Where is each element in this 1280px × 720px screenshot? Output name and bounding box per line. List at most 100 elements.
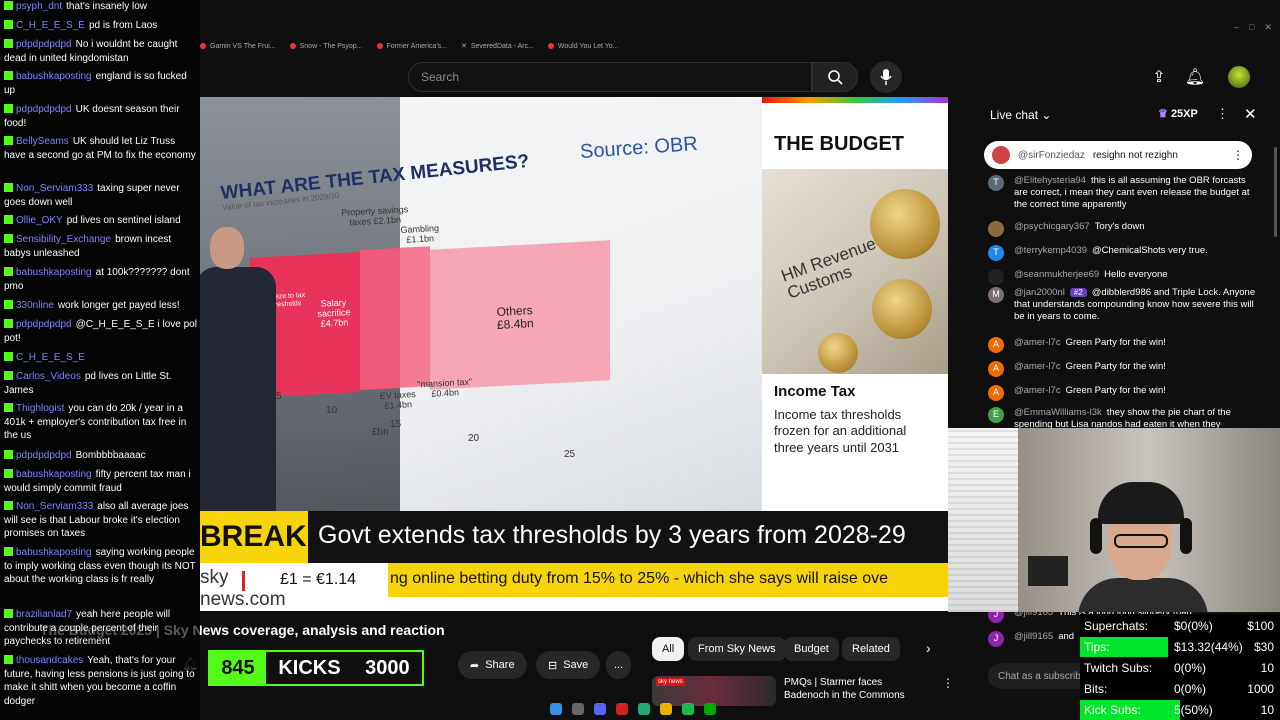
- source-label: Source: OBR: [579, 132, 699, 164]
- avatar: A: [988, 337, 1004, 353]
- kick-icon: [4, 469, 13, 478]
- goal-row: Superchats: $0(0%) $100: [1080, 616, 1280, 636]
- recommended-title[interactable]: PMQs | Starmer faces Badenoch in the Com…: [784, 676, 924, 702]
- chip-budget[interactable]: Budget: [784, 637, 839, 661]
- chip-from-sky-news[interactable]: From Sky News: [688, 637, 786, 661]
- save-button[interactable]: ⊟ Save: [536, 651, 601, 679]
- presenter-head: [210, 227, 244, 269]
- pinned-message[interactable]: @sirFonziedaz resighn not rezighn ⋮: [984, 141, 1252, 169]
- chat-message: A @amer-l7c Green Party for the win!: [988, 337, 1258, 353]
- goal-value: 5(50%): [1174, 703, 1213, 717]
- kick-icon: [4, 136, 13, 145]
- video-player[interactable]: Source: OBR WHAT ARE THE TAX MEASURES? V…: [200, 97, 948, 611]
- window-controls: – □ ✕: [1234, 22, 1272, 33]
- ticker-divider: [242, 571, 245, 591]
- chevron-right-icon[interactable]: ›: [926, 640, 931, 656]
- chat-text: that's insanely low: [66, 1, 147, 12]
- chat-author[interactable]: @Elitehysteria94: [1014, 175, 1086, 186]
- studio-screen: Source: OBR WHAT ARE THE TAX MEASURES? V…: [200, 97, 762, 527]
- browser-tab[interactable]: ✕ SeveredData - Arc...: [461, 42, 534, 51]
- chat-author[interactable]: @amer-l7c: [1014, 361, 1061, 372]
- chat-text: Bombbbbaaaac: [75, 450, 146, 461]
- kicks-goal: 3000: [365, 656, 410, 679]
- chat-scrollbar[interactable]: [1274, 147, 1277, 237]
- chip-label: All: [662, 643, 675, 655]
- overlay-chat-message: brazilianlad7 yeah here people will contr…: [4, 608, 198, 649]
- close-window-icon[interactable]: ✕: [1264, 22, 1272, 33]
- chat-author[interactable]: @amer-l7c: [1014, 385, 1061, 396]
- more-actions-button[interactable]: ...: [606, 651, 632, 679]
- overlay-chat-message: pdpdpdpdpd UK doesnt season their food!: [4, 103, 198, 130]
- browser-tab[interactable]: Would You Let Yo...: [547, 43, 619, 50]
- chat-username: Non_Serviam333: [16, 501, 94, 512]
- chat-author[interactable]: @terrykemp4039: [1014, 245, 1087, 256]
- xp-badge[interactable]: ♛ 25XP: [1158, 107, 1198, 120]
- tab-label: SeveredData - Arc...: [470, 42, 534, 50]
- chrome-icon[interactable]: [638, 703, 650, 715]
- kick-icon: [4, 371, 13, 380]
- browser-tab[interactable]: Former America's...: [376, 42, 447, 50]
- chip-label: Budget: [794, 643, 829, 655]
- overlay-chat: psyph_dnt that's insanely low C_H_E_E_S_E p…: [0, 0, 200, 720]
- avatar: E: [988, 407, 1004, 423]
- x-icon: ✕: [461, 43, 467, 50]
- folder-icon[interactable]: [660, 703, 672, 715]
- chat-username: Thighlogist: [16, 403, 65, 414]
- headset: [1090, 518, 1102, 554]
- chat-author[interactable]: @amer-l7c: [1014, 337, 1061, 348]
- kick-icon: [4, 20, 13, 29]
- kick-icon: [4, 183, 13, 192]
- pinned-author: @sirFonziedaz: [1018, 149, 1085, 161]
- chip-all[interactable]: All: [652, 637, 685, 661]
- goal-target: 1000: [1247, 682, 1274, 696]
- spotify-icon[interactable]: [682, 703, 694, 715]
- chat-menu-icon[interactable]: ⋮: [1216, 106, 1229, 122]
- close-chat-icon[interactable]: ✕: [1244, 105, 1257, 123]
- streamer: [1078, 468, 1208, 612]
- chat-username: babushkaposting: [16, 469, 92, 480]
- app-icon[interactable]: [616, 703, 628, 715]
- avatar: J: [988, 631, 1004, 647]
- overlay-chat-message: C_H_E_E_S_E: [4, 351, 198, 365]
- chat-message: @seanmukherjee69 Hello everyone: [988, 269, 1258, 285]
- chat-author[interactable]: @jan2000nl: [1014, 287, 1065, 298]
- save-label: Save: [563, 659, 589, 671]
- more-vert-icon[interactable]: ⋮: [1232, 148, 1244, 162]
- chat-username: pdpdpdpdpd: [16, 104, 72, 115]
- chat-text: Green Party for the win!: [1065, 337, 1166, 348]
- xbox-icon[interactable]: [704, 703, 716, 715]
- browser-tab[interactable]: Gamin VS The Frui...: [200, 43, 276, 50]
- search-button[interactable]: [812, 62, 858, 92]
- browser-tab[interactable]: Snow - The Psyop...: [289, 43, 363, 50]
- windows-start-icon[interactable]: [550, 703, 562, 715]
- share-button[interactable]: ➦ Share: [458, 651, 527, 679]
- upload-button[interactable]: ⇪: [1148, 66, 1170, 88]
- live-chat-title-text: Live chat: [990, 108, 1039, 122]
- overlay-chat-message: babushkaposting saying working people to …: [4, 546, 198, 587]
- more-vert-icon[interactable]: ⋮: [942, 676, 954, 690]
- ticker-text: ng online betting duty from 15% to 25% -…: [388, 563, 948, 597]
- notifications-button[interactable]: 🔔︎: [1184, 66, 1206, 88]
- minimize-icon[interactable]: –: [1234, 22, 1239, 33]
- live-chat-title[interactable]: Live chat ⌄: [990, 108, 1051, 122]
- maximize-icon[interactable]: □: [1249, 22, 1254, 33]
- xp-label: 25XP: [1170, 108, 1198, 120]
- taskbar: [550, 700, 740, 718]
- chip-related[interactable]: Related: [842, 637, 900, 661]
- voice-search-button[interactable]: [870, 61, 902, 93]
- taskbar-search-icon[interactable]: [572, 703, 584, 715]
- kicks-label: KICKS: [278, 656, 341, 679]
- search-input[interactable]: Search: [408, 62, 812, 92]
- chat-author[interactable]: @psychicgary367: [1014, 221, 1090, 232]
- chat-author[interactable]: @jill9165: [1014, 631, 1053, 642]
- discord-icon[interactable]: [594, 703, 606, 715]
- account-avatar[interactable]: [1228, 66, 1250, 88]
- kick-icon: [4, 450, 13, 459]
- chat-author[interactable]: @seanmukherjee69: [1014, 269, 1099, 280]
- chat-author[interactable]: @EmmaWilliams-l3k: [1014, 407, 1102, 418]
- avatar: T: [988, 245, 1004, 261]
- kick-icon: [4, 1, 13, 10]
- goal-target: 10: [1260, 703, 1274, 717]
- tab-label: Former America's...: [386, 42, 447, 50]
- avatar: M: [988, 287, 1004, 303]
